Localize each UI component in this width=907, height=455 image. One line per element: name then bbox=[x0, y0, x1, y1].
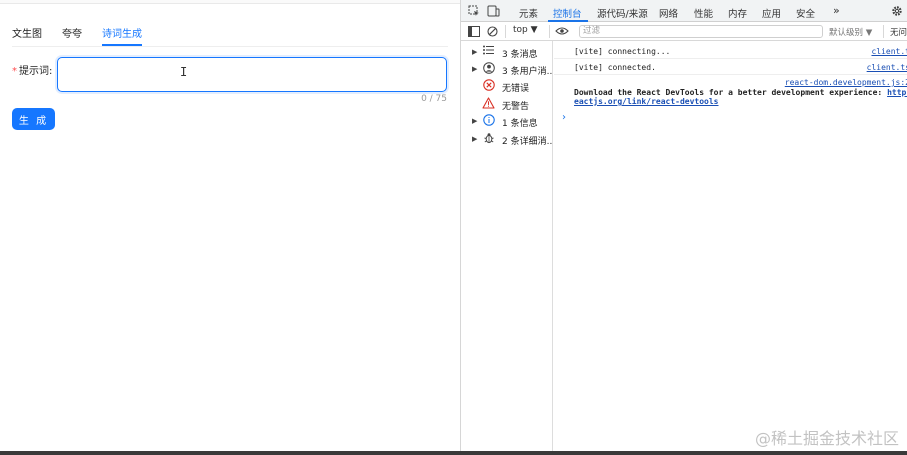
sidebar-item-label: 3 条用户消... bbox=[502, 67, 553, 77]
sidebar-item-verbose[interactable]: ▶ 2 条详细消... bbox=[461, 131, 553, 148]
message-text-line: eactjs.org/link/react-devtools bbox=[574, 97, 719, 106]
toolbar-separator bbox=[549, 25, 550, 38]
devtools-tab-console[interactable]: 控制台 bbox=[553, 6, 582, 20]
device-toolbar-icon[interactable] bbox=[487, 5, 500, 20]
filter-input[interactable]: 过滤 bbox=[579, 25, 823, 38]
tab-poem-generation[interactable]: 诗词生成 bbox=[102, 18, 142, 46]
devtools-tab-elements[interactable]: 元素 bbox=[519, 6, 538, 20]
console-message: react-dom.development.js:2 Download the … bbox=[554, 78, 907, 110]
expand-arrow-icon[interactable]: ▶ bbox=[472, 117, 477, 125]
message-text: [vite] connected. bbox=[574, 63, 656, 72]
prompt-label: * 提示词: bbox=[12, 62, 52, 77]
more-tabs-icon[interactable]: » bbox=[833, 4, 840, 17]
sidebar-item-info[interactable]: ▶ 1 条信息 bbox=[461, 113, 553, 130]
devtools-tab-sources[interactable]: 源代码/来源 bbox=[597, 6, 648, 20]
message-source-link[interactable]: client.t bbox=[871, 47, 907, 56]
sidebar-item-label: 无错误 bbox=[502, 84, 530, 94]
bug-icon bbox=[482, 132, 495, 145]
live-expression-eye-icon[interactable] bbox=[555, 26, 569, 39]
expand-arrow-icon[interactable]: ▶ bbox=[472, 135, 477, 143]
expand-arrow-icon[interactable]: ▶ bbox=[472, 65, 477, 73]
message-text: [vite] connecting... bbox=[574, 47, 671, 56]
expand-arrow-icon[interactable]: ▶ bbox=[472, 48, 477, 56]
devtools-panel: 元素 控制台 源代码/来源 网络 性能 内存 应用 安全 » top ▼ 过滤 … bbox=[460, 0, 907, 455]
message-link[interactable]: https bbox=[887, 88, 907, 97]
issues-counter[interactable]: 无问 bbox=[890, 26, 907, 38]
tab-praise[interactable]: 夸夸 bbox=[62, 18, 82, 46]
error-icon bbox=[482, 79, 495, 92]
sidebar-item-messages[interactable]: ▶ 3 条消息 bbox=[461, 44, 553, 61]
message-divider bbox=[554, 74, 907, 75]
app-pane: 文生图 夸夸 诗词生成 * 提示词: I 0 / 75 生 成 bbox=[0, 0, 460, 455]
required-mark: * bbox=[12, 66, 17, 77]
sidebar-item-label: 1 条信息 bbox=[502, 119, 538, 129]
devtools-tab-memory[interactable]: 内存 bbox=[728, 6, 747, 20]
char-counter: 0 / 75 bbox=[421, 94, 447, 104]
sidebar-item-label: 2 条详细消... bbox=[502, 137, 553, 147]
message-text: Download the React DevTools for a better… bbox=[574, 88, 907, 97]
console-prompt-chevron-icon[interactable]: › bbox=[562, 112, 566, 123]
message-divider bbox=[554, 58, 907, 59]
devtools-tab-performance[interactable]: 性能 bbox=[694, 6, 713, 20]
tabs-divider bbox=[12, 46, 448, 47]
message-source-link[interactable]: client.ts bbox=[867, 63, 907, 72]
window-bottom-edge bbox=[0, 451, 907, 455]
console-toolbar: top ▼ 过滤 默认级别 ▼ 无问 bbox=[461, 22, 907, 41]
devtools-tab-security[interactable]: 安全 bbox=[796, 6, 815, 20]
app-tabs: 文生图 夸夸 诗词生成 bbox=[12, 18, 162, 46]
window-top-edge bbox=[0, 0, 460, 4]
text-cursor-icon: I bbox=[180, 65, 188, 79]
log-level-selector[interactable]: 默认级别 ▼ bbox=[829, 26, 872, 38]
sidebar-item-label: 无警告 bbox=[502, 102, 530, 112]
message-link[interactable]: eactjs.org/link/react-devtools bbox=[574, 97, 719, 106]
clear-console-icon[interactable] bbox=[487, 26, 498, 40]
generate-button[interactable]: 生 成 bbox=[12, 108, 55, 130]
list-icon bbox=[482, 45, 495, 58]
prompt-input[interactable] bbox=[57, 57, 447, 92]
sidebar-item-warnings[interactable]: 无警告 bbox=[461, 96, 553, 113]
tab-text-to-image[interactable]: 文生图 bbox=[12, 18, 42, 46]
devtools-tab-network[interactable]: 网络 bbox=[659, 6, 678, 20]
warning-icon bbox=[482, 97, 495, 110]
message-source-link[interactable]: react-dom.development.js:2 bbox=[785, 78, 907, 87]
devtools-tabbar: 元素 控制台 源代码/来源 网络 性能 内存 应用 安全 » bbox=[461, 0, 907, 22]
sidebar-toggle-icon[interactable] bbox=[468, 26, 480, 40]
context-selector[interactable]: top ▼ bbox=[513, 25, 538, 35]
toolbar-separator bbox=[883, 25, 884, 38]
devtools-tab-application[interactable]: 应用 bbox=[762, 6, 781, 20]
message-text-line: Download the React DevTools for a better… bbox=[574, 88, 888, 97]
user-icon bbox=[482, 62, 495, 75]
watermark: @稀土掘金技术社区 bbox=[754, 429, 899, 448]
gear-icon[interactable] bbox=[891, 5, 903, 20]
sidebar-item-errors[interactable]: 无错误 bbox=[461, 78, 553, 95]
toolbar-separator bbox=[505, 25, 506, 38]
info-icon bbox=[482, 114, 495, 127]
prompt-label-text: 提示词: bbox=[19, 66, 53, 77]
console-sidebar: ▶ 3 条消息 ▶ 3 条用户消... 无错误 无警告 ▶ 1 条信息 ▶ 2 … bbox=[461, 41, 553, 455]
sidebar-item-user-messages[interactable]: ▶ 3 条用户消... bbox=[461, 61, 553, 78]
console-output: [vite] connecting... client.t [vite] con… bbox=[554, 41, 907, 455]
inspect-element-icon[interactable] bbox=[468, 5, 480, 20]
sidebar-item-label: 3 条消息 bbox=[502, 50, 538, 60]
